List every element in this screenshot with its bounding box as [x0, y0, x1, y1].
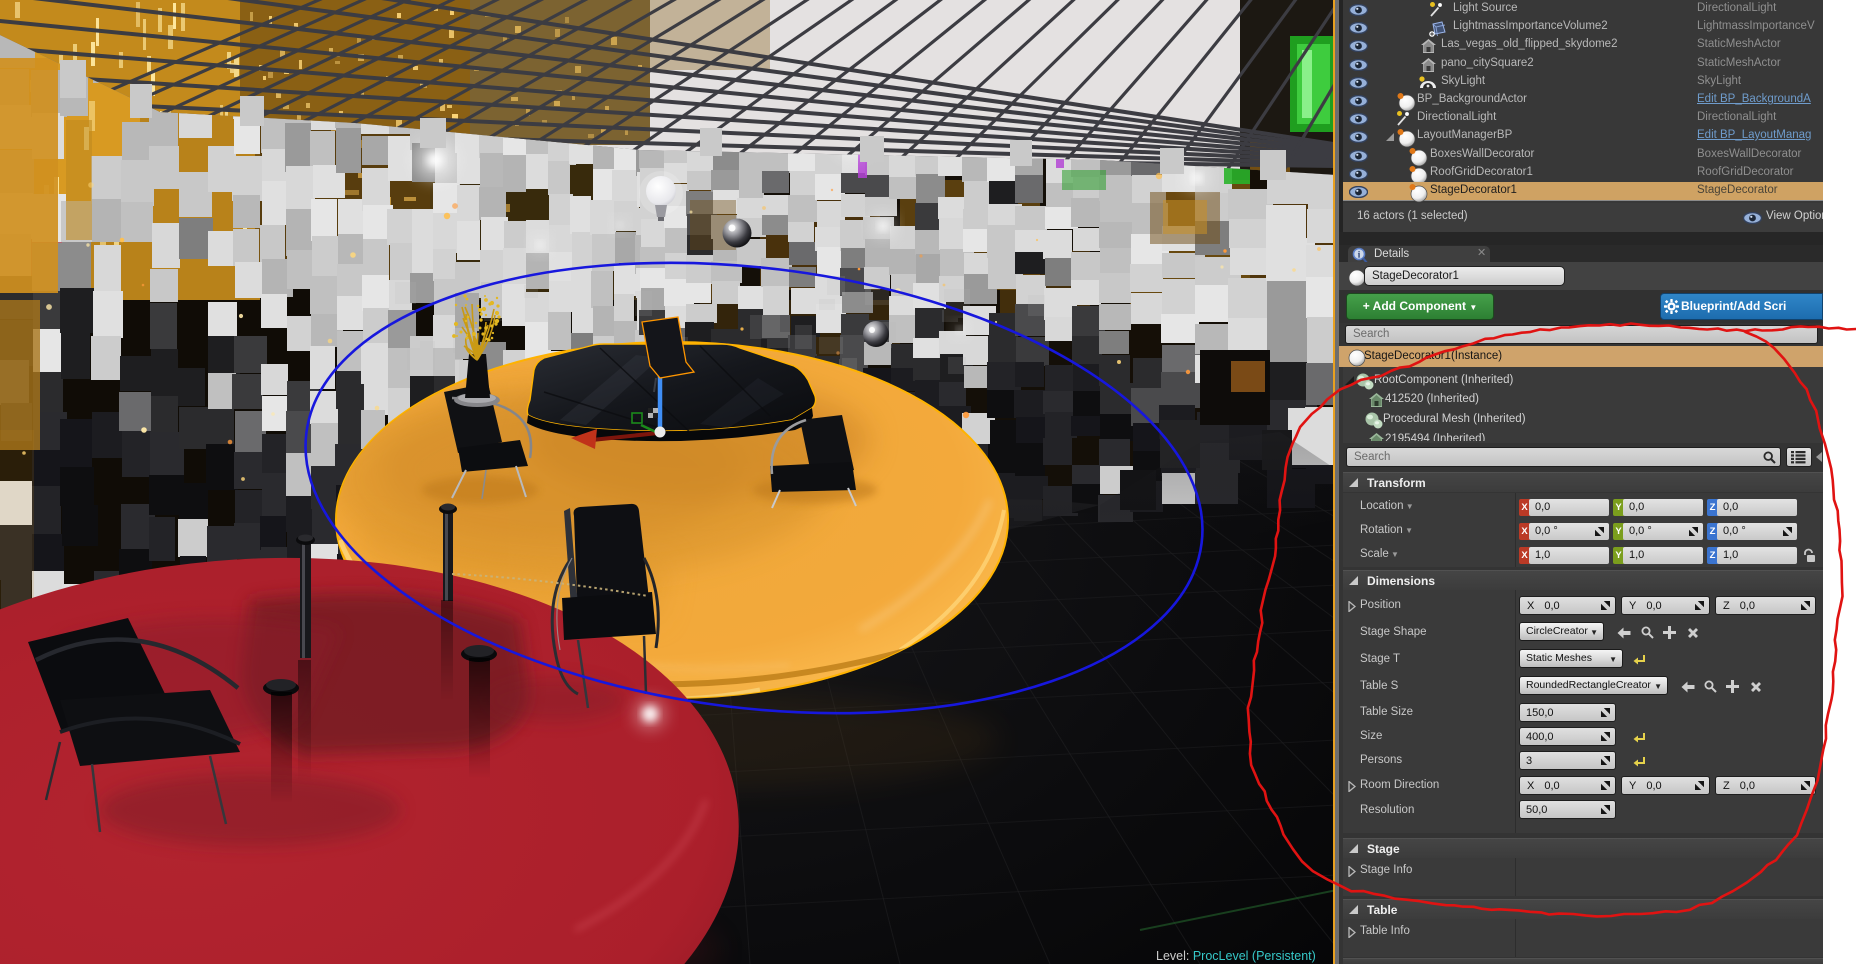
svg-text:Level: ProcLevel (Persistent): Level: ProcLevel (Persistent) [1156, 949, 1316, 963]
